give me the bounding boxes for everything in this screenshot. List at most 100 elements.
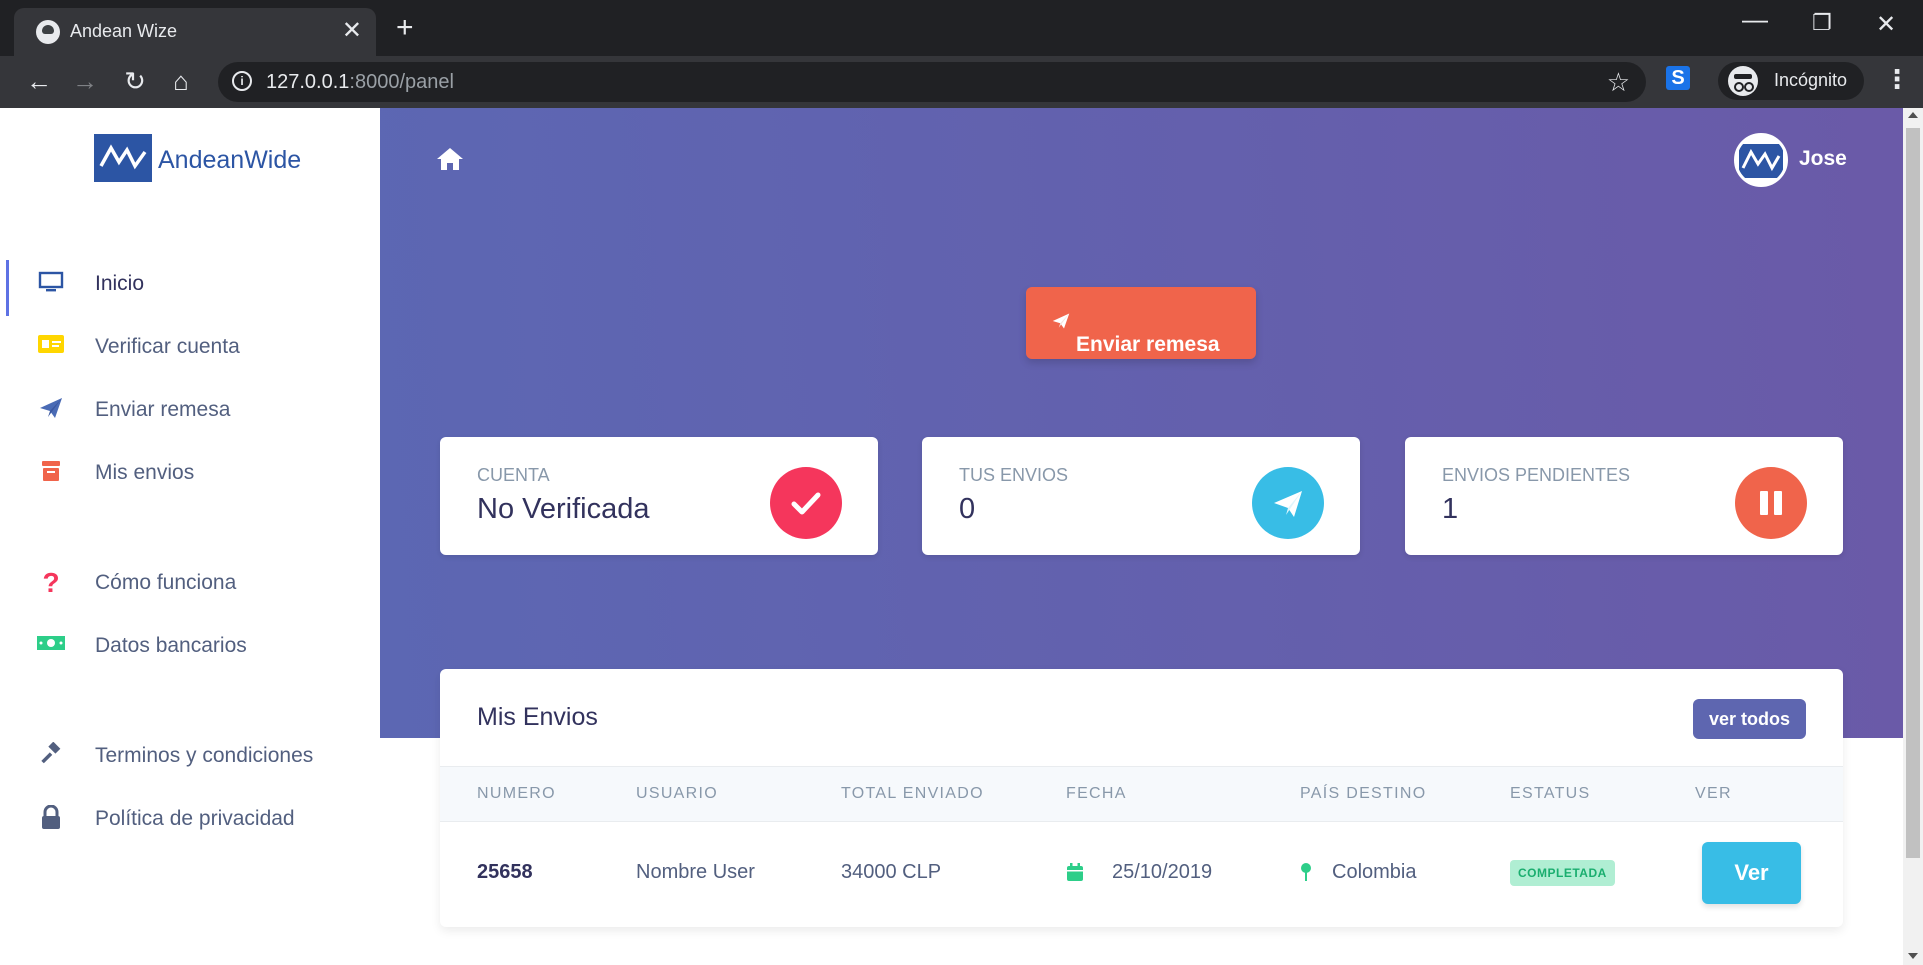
view-all-button[interactable]: ver todos bbox=[1693, 699, 1806, 739]
sidebar-item-label: Verificar cuenta bbox=[95, 335, 240, 358]
bookmark-star-icon[interactable]: ☆ bbox=[1607, 67, 1630, 98]
main-content: Jose Enviar remesa Cuenta No Verificada … bbox=[380, 108, 1903, 965]
user-name: Jose bbox=[1799, 147, 1847, 170]
logo-mark-icon bbox=[94, 134, 152, 182]
cell-fecha: 25/10/2019 bbox=[1112, 861, 1213, 883]
browser-menu-icon[interactable]: ⋮ bbox=[1884, 64, 1910, 95]
column-header: Ver bbox=[1695, 785, 1732, 802]
monitor-icon bbox=[36, 270, 66, 298]
sidebar-item-privacidad[interactable]: Política de privacidad bbox=[6, 795, 376, 843]
tab-title: Andean Wize bbox=[70, 21, 178, 41]
sidebar-item-inicio[interactable]: Inicio bbox=[6, 260, 376, 316]
cell-total: 34000 CLP bbox=[841, 861, 942, 883]
scroll-thumb[interactable] bbox=[1906, 128, 1920, 858]
stat-value: 1 bbox=[1442, 493, 1459, 525]
sidebar-item-label: Cómo funciona bbox=[95, 571, 237, 594]
view-shipment-button[interactable]: Ver bbox=[1702, 842, 1801, 904]
question-icon: ? bbox=[42, 567, 60, 598]
sidebar-item-como-funciona[interactable]: ? Cómo funciona bbox=[6, 559, 376, 607]
stat-card-tus-envios: Tus envios 0 bbox=[922, 437, 1360, 555]
sidebar-item-label: Datos bancarios bbox=[95, 634, 247, 657]
new-tab-icon[interactable]: + bbox=[396, 12, 414, 44]
tab-close-icon[interactable]: ✕ bbox=[342, 17, 362, 45]
money-icon bbox=[36, 632, 66, 660]
sidebar-item-label: Enviar remesa bbox=[95, 398, 231, 421]
address-bar[interactable]: i 127.0.0.1:8000/panel ☆ bbox=[218, 62, 1646, 102]
column-header: Total enviado bbox=[841, 785, 984, 802]
hero-header bbox=[380, 108, 1903, 738]
stat-card-cuenta: Cuenta No Verificada bbox=[440, 437, 878, 555]
gavel-icon bbox=[36, 741, 66, 770]
stat-value: No Verificada bbox=[477, 493, 650, 525]
url-text[interactable]: 127.0.0.1:8000/panel bbox=[266, 71, 454, 94]
sidebar-item-label: Política de privacidad bbox=[95, 807, 295, 830]
cell-numero: 25658 bbox=[477, 861, 533, 883]
stat-title: Tus envios bbox=[959, 465, 1069, 485]
lock-icon bbox=[36, 804, 66, 833]
sidebar-item-mis-envios[interactable]: Mis envios bbox=[6, 449, 376, 497]
cell-usuario: Nombre User bbox=[636, 861, 755, 883]
incognito-badge[interactable]: Incógnito bbox=[1718, 62, 1864, 100]
restore-icon[interactable]: ❐ bbox=[1812, 10, 1832, 36]
favicon-icon bbox=[36, 20, 60, 44]
send-remittance-label: Enviar remesa bbox=[1051, 310, 1220, 356]
map-pin-icon bbox=[1300, 862, 1312, 888]
reload-icon[interactable]: ↻ bbox=[118, 64, 152, 98]
pause-icon bbox=[1735, 467, 1807, 539]
paper-plane-icon bbox=[1252, 467, 1324, 539]
browser-chrome: Andean Wize ✕ + — ❐ ✕ ← → ↻ ⌂ i 127.0.0.… bbox=[0, 0, 1923, 108]
forward-arrow-icon[interactable]: → bbox=[68, 64, 102, 98]
home-icon[interactable] bbox=[436, 146, 466, 176]
incognito-label: Incógnito bbox=[1774, 70, 1848, 90]
logo-text: AndeanWide bbox=[158, 146, 302, 174]
extension-icon[interactable]: S bbox=[1666, 66, 1690, 90]
column-header: Fecha bbox=[1066, 785, 1127, 802]
sidebar-item-label: Inicio bbox=[95, 272, 145, 295]
scroll-down-icon[interactable] bbox=[1908, 953, 1918, 959]
column-header: País destino bbox=[1300, 785, 1427, 802]
sidebar-item-label: Terminos y condiciones bbox=[95, 744, 314, 767]
cell-pais: Colombia bbox=[1332, 861, 1417, 883]
stat-card-envios-pendientes: Envios pendientes 1 bbox=[1405, 437, 1843, 555]
window-close-icon[interactable]: ✕ bbox=[1876, 10, 1896, 39]
column-header: Estatus bbox=[1510, 785, 1591, 802]
browser-home-icon[interactable]: ⌂ bbox=[164, 64, 198, 98]
column-header: Usuario bbox=[636, 785, 718, 802]
column-header: Numero bbox=[477, 785, 556, 802]
status-badge: COMPLETADA bbox=[1510, 860, 1615, 886]
send-remittance-button[interactable]: Enviar remesa bbox=[1026, 287, 1256, 359]
stat-title: Cuenta bbox=[477, 465, 550, 485]
browser-tab[interactable]: Andean Wize ✕ bbox=[14, 8, 376, 56]
archive-icon bbox=[36, 459, 66, 487]
stat-value: 0 bbox=[959, 493, 976, 525]
check-icon bbox=[770, 467, 842, 539]
sidebar-item-terminos[interactable]: Terminos y condiciones bbox=[6, 732, 376, 780]
tab-strip: Andean Wize ✕ + — ❐ ✕ bbox=[0, 0, 1923, 56]
sidebar-item-enviar-remesa[interactable]: Enviar remesa bbox=[6, 386, 376, 434]
table-row: 25658 Nombre User 34000 CLP 25/10/2019 C… bbox=[440, 822, 1843, 926]
scroll-up-icon[interactable] bbox=[1908, 112, 1918, 118]
sidebar-item-label: Mis envios bbox=[95, 461, 195, 484]
url-host: 127.0.0.1 bbox=[266, 71, 350, 93]
sidebar-item-datos-bancarios[interactable]: Datos bancarios bbox=[6, 622, 376, 670]
sidebar: AndeanWide Inicio Verificar cuenta Envia… bbox=[6, 108, 380, 965]
site-info-icon[interactable]: i bbox=[232, 71, 252, 91]
shipments-table-card: Mis Envios ver todos Numero Usuario Tota… bbox=[440, 669, 1843, 927]
browser-toolbar: ← → ↻ ⌂ i 127.0.0.1:8000/panel ☆ bbox=[0, 56, 1923, 108]
avatar bbox=[1734, 133, 1788, 187]
id-card-icon bbox=[36, 333, 66, 361]
avatar-logo-icon bbox=[1739, 144, 1783, 178]
stat-title: Envios pendientes bbox=[1442, 465, 1631, 485]
send-remittance-text: Enviar remesa bbox=[1076, 333, 1220, 356]
table-header: Numero Usuario Total enviado Fecha País … bbox=[440, 766, 1843, 822]
paper-plane-icon bbox=[36, 396, 66, 424]
paper-plane-icon bbox=[1052, 313, 1070, 329]
sidebar-item-verificar-cuenta[interactable]: Verificar cuenta bbox=[6, 323, 376, 371]
incognito-icon bbox=[1728, 66, 1758, 96]
back-arrow-icon[interactable]: ← bbox=[22, 64, 56, 98]
table-title: Mis Envios bbox=[477, 703, 598, 731]
page-scrollbar[interactable] bbox=[1903, 108, 1923, 965]
minimize-icon[interactable]: — bbox=[1742, 4, 1768, 35]
calendar-icon bbox=[1066, 862, 1084, 888]
url-path: :8000/panel bbox=[349, 71, 454, 93]
